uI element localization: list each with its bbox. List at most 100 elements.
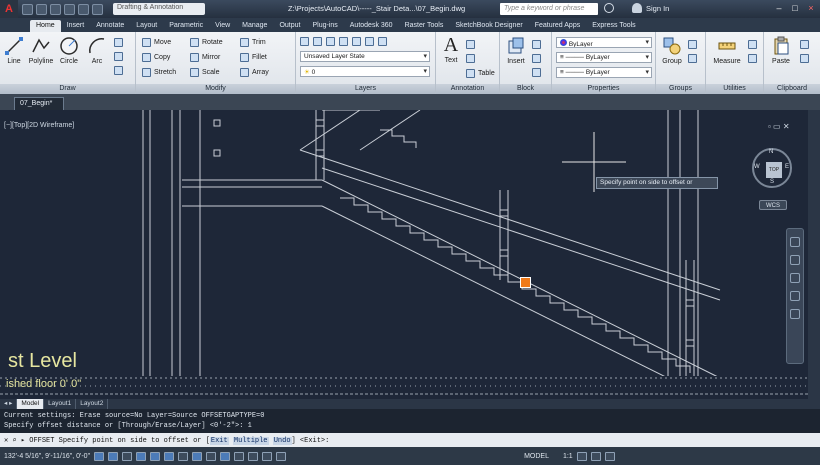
command-line[interactable]: ✕ ⌕ ▸ OFFSET Specify point on side to of… (0, 433, 820, 447)
grid-display-icon[interactable] (122, 451, 133, 461)
color-dropdown[interactable]: ByLayer (556, 37, 652, 48)
compass-west[interactable]: W (754, 164, 760, 170)
ungroup-icon[interactable] (688, 40, 697, 49)
transparency-icon[interactable] (248, 451, 259, 461)
pan-icon[interactable] (790, 255, 800, 265)
drawing-viewport[interactable]: [−][Top][2D Wireframe] st Level ished fl… (0, 110, 808, 399)
layer-properties-icon[interactable] (300, 37, 309, 46)
horizontal-scrollbar[interactable] (0, 399, 820, 409)
selection-grip[interactable] (520, 277, 531, 288)
document-tab[interactable]: 07_Begin* (14, 97, 64, 110)
tab-layout1[interactable]: Layout1 (44, 399, 77, 409)
layer-dropdown[interactable]: ☀ 0 (300, 66, 430, 77)
arc-button[interactable]: Arc (86, 36, 108, 65)
layer-walk-icon[interactable] (378, 37, 387, 46)
utilities-panel-title[interactable]: Utilities (706, 84, 763, 94)
ortho-mode-icon[interactable] (136, 451, 147, 461)
layout-nav-arrows[interactable]: ◂ ▸ (0, 399, 18, 409)
tab-autodesk-360[interactable]: Autodesk 360 (344, 20, 399, 32)
compass-south[interactable]: S (770, 179, 774, 185)
annotation-scale[interactable]: 1:1 (563, 453, 573, 460)
object-snap-tracking-icon[interactable] (192, 451, 203, 461)
quick-properties-icon[interactable] (262, 451, 273, 461)
sign-in-link[interactable]: Sign In (646, 4, 669, 13)
array-button[interactable]: Array (240, 68, 269, 77)
option-exit[interactable]: Exit (209, 437, 229, 445)
workspace-switch-icon[interactable] (576, 451, 587, 461)
trim-button[interactable]: Trim (240, 38, 266, 47)
model-space-label[interactable]: MODEL (524, 453, 549, 460)
cut-icon[interactable] (800, 40, 809, 49)
measure-button[interactable]: Measure (710, 36, 744, 65)
tab-output[interactable]: Output (273, 20, 306, 32)
lock-ui-icon[interactable] (590, 451, 601, 461)
ucs-icon[interactable] (206, 451, 217, 461)
tab-annotate[interactable]: Annotate (90, 20, 130, 32)
viewcube-top-face[interactable]: TOP (766, 162, 782, 178)
tab-layout[interactable]: Layout (130, 20, 163, 32)
orbit-icon[interactable] (790, 291, 800, 301)
dynamic-input-icon[interactable] (220, 451, 231, 461)
layer-match-icon[interactable] (365, 37, 374, 46)
draw-panel-title[interactable]: Draw (0, 84, 135, 94)
move-button[interactable]: Move (142, 38, 171, 47)
wcs-menu[interactable]: WCS (759, 200, 787, 210)
close-button[interactable]: × (804, 2, 818, 14)
viewport-controls-label[interactable]: [−][Top][2D Wireframe] (4, 122, 74, 129)
3d-object-snap-icon[interactable] (178, 451, 189, 461)
tab-layout2[interactable]: Layout2 (76, 399, 109, 409)
tab-insert[interactable]: Insert (61, 20, 91, 32)
tab-plug-ins[interactable]: Plug-ins (306, 20, 343, 32)
block-panel-title[interactable]: Block (500, 84, 551, 94)
save-icon[interactable] (50, 3, 61, 15)
scale-button[interactable]: Scale (190, 68, 220, 77)
steering-wheel-icon[interactable] (790, 237, 800, 247)
insert-button[interactable]: Insert (504, 36, 528, 65)
tab-parametric[interactable]: Parametric (163, 20, 209, 32)
search-input[interactable]: Type a keyword or phrase (500, 3, 598, 15)
snap-mode-icon[interactable] (108, 451, 119, 461)
hatch-icon[interactable] (114, 52, 123, 61)
fillet-button[interactable]: Fillet (240, 53, 267, 62)
tab-express-tools[interactable]: Express Tools (586, 20, 641, 32)
stretch-button[interactable]: Stretch (142, 68, 176, 77)
undo-icon[interactable] (78, 3, 89, 15)
group-button[interactable]: Group (660, 36, 684, 65)
compass-east[interactable]: E (785, 164, 789, 170)
workspace-selector[interactable]: Drafting & Annotation (113, 3, 205, 15)
text-button[interactable]: A Text (440, 34, 462, 64)
block-attributes-icon[interactable] (532, 68, 541, 77)
copy-button[interactable]: Copy (142, 53, 170, 62)
tab-raster-tools[interactable]: Raster Tools (399, 20, 450, 32)
circle-button[interactable]: Circle (58, 36, 80, 65)
table-button[interactable]: Table (466, 69, 495, 78)
group-edit-icon[interactable] (688, 54, 697, 63)
zoom-icon[interactable] (790, 273, 800, 283)
selection-cycling-icon[interactable] (276, 451, 287, 461)
paste-button[interactable]: Paste (768, 36, 794, 65)
vertical-scrollbar[interactable] (808, 110, 820, 399)
clipboard-panel-title[interactable]: Clipboard (764, 84, 820, 94)
clipboard-copy-icon[interactable] (800, 54, 809, 63)
open-icon[interactable] (36, 3, 47, 15)
edit-block-icon[interactable] (532, 54, 541, 63)
polar-tracking-icon[interactable] (150, 451, 161, 461)
quick-select-icon[interactable] (748, 40, 757, 49)
minimize-button[interactable]: – (772, 2, 786, 14)
tab-model[interactable]: Model (17, 399, 45, 409)
compass-north[interactable]: N (769, 149, 773, 155)
viewcube[interactable]: TOP N S E W (752, 148, 792, 188)
object-snap-icon[interactable] (164, 451, 175, 461)
tab-view[interactable]: View (209, 20, 236, 32)
line-button[interactable]: Line (4, 36, 24, 65)
layer-state-dropdown[interactable]: Unsaved Layer State (300, 51, 430, 62)
new-icon[interactable] (22, 3, 33, 15)
close-command-icon[interactable]: ✕ ⌕ ▸ (4, 437, 25, 445)
tab-sketchbook-designer[interactable]: SketchBook Designer (449, 20, 528, 32)
infer-constraints-icon[interactable] (94, 451, 105, 461)
lineweight-dropdown[interactable]: ≡ ──── ByLayer (556, 67, 652, 78)
modify-panel-title[interactable]: Modify (136, 84, 295, 94)
polyline-button[interactable]: Polyline (28, 36, 54, 65)
annotation-panel-title[interactable]: Annotation (436, 84, 499, 94)
maximize-button[interactable]: □ (788, 2, 802, 14)
